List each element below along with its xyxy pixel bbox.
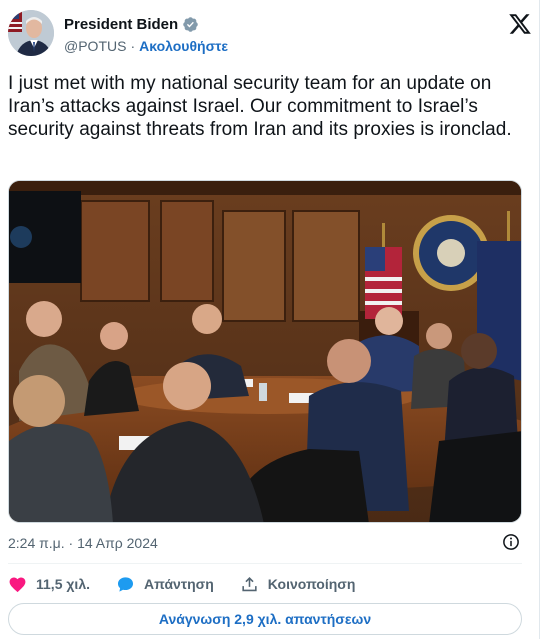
x-logo-icon[interactable] [508, 12, 532, 36]
info-icon[interactable] [502, 533, 520, 551]
avatar-photo [8, 10, 54, 56]
tweet-timestamp[interactable]: 2:24 π.μ. · 14 Απρ 2024 [8, 535, 158, 551]
reply-button[interactable]: Απάντηση [116, 575, 214, 594]
tweet-photo[interactable] [8, 180, 522, 523]
avatar[interactable] [8, 10, 54, 56]
tweet-card: President Biden @POTUS · Ακολουθήστε I j… [0, 0, 549, 639]
action-bar: 11,5 χιλ. Απάντηση Κοινοποίηση [8, 572, 381, 596]
like-count: 11,5 χιλ. [36, 576, 90, 592]
tweet-text: I just met with my national security tea… [8, 73, 512, 140]
divider [8, 563, 522, 564]
heart-icon [9, 577, 26, 592]
situation-room-photo [9, 181, 521, 522]
share-label: Κοινοποίηση [267, 576, 356, 592]
follow-button[interactable]: Ακολουθήστε [139, 38, 228, 54]
handle[interactable]: @POTUS [64, 38, 126, 54]
share-button[interactable]: Κοινοποίηση [240, 575, 356, 594]
like-button[interactable]: 11,5 χιλ. [8, 575, 90, 594]
speech-bubble-icon [117, 576, 134, 592]
read-replies-button[interactable]: Ανάγνωση 2,9 χιλ. απαντήσεων [8, 603, 522, 635]
share-icon [242, 576, 257, 591]
handle-separator: · [130, 38, 136, 54]
name-row: President Biden [64, 16, 199, 33]
tweet-header: President Biden @POTUS · Ακολουθήστε [8, 10, 532, 60]
display-name[interactable]: President Biden [64, 16, 178, 33]
reply-label: Απάντηση [144, 576, 214, 592]
verified-badge-icon [183, 17, 198, 32]
handle-row: @POTUS · Ακολουθήστε [64, 38, 228, 54]
